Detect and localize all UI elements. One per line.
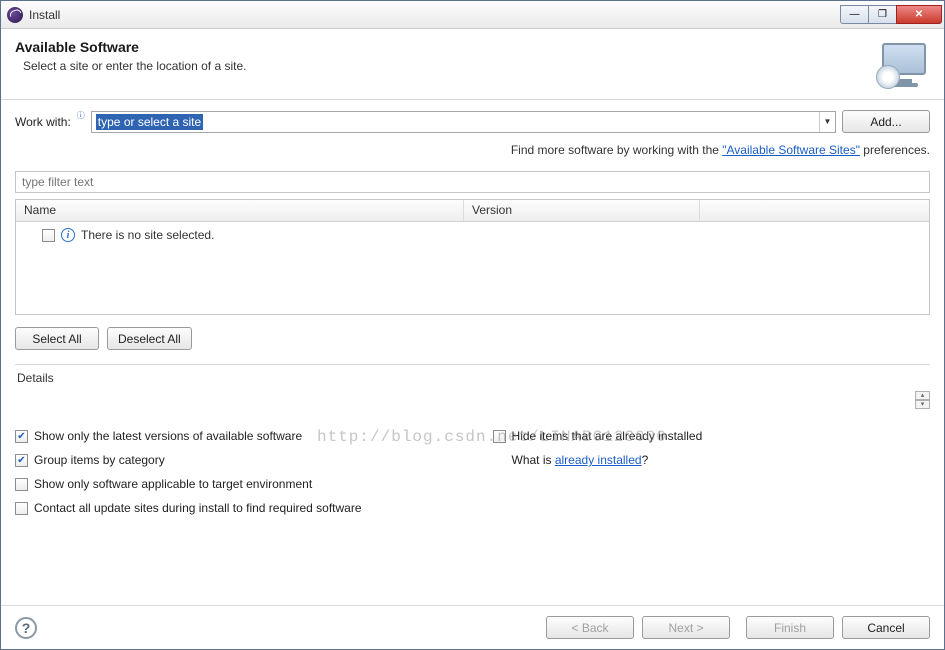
available-sites-link[interactable]: "Available Software Sites" [722, 143, 860, 157]
dialog-footer: ? < Back Next > Finish Cancel [1, 605, 944, 649]
maximize-button[interactable]: ❐ [868, 5, 896, 24]
options-right: Hide items that are already installed Wh… [493, 429, 931, 515]
checkbox[interactable] [493, 430, 506, 443]
work-with-value: type or select a site [96, 114, 203, 130]
checkbox[interactable] [15, 454, 28, 467]
opt-contact[interactable]: Contact all update sites during install … [15, 501, 453, 515]
opt-group[interactable]: Group items by category [15, 453, 453, 467]
table-header-row: Name Version [16, 200, 929, 222]
opt-hide-installed[interactable]: Hide items that are already installed [493, 429, 931, 443]
checkbox[interactable] [15, 502, 28, 515]
column-version[interactable]: Version [464, 200, 700, 221]
what-is-installed: What is already installed? [493, 453, 931, 467]
chevron-down-icon[interactable]: ▼ [819, 112, 835, 132]
select-all-button[interactable]: Select All [15, 327, 99, 350]
details-spinner[interactable]: ▴ ▾ [915, 391, 930, 409]
table-body: i There is no site selected. [16, 222, 929, 314]
checkbox[interactable] [15, 478, 28, 491]
finish-button[interactable]: Finish [746, 616, 834, 639]
minimize-button[interactable]: — [840, 5, 868, 24]
table-row: i There is no site selected. [24, 228, 921, 242]
column-name[interactable]: Name [16, 200, 464, 221]
opt-latest[interactable]: Show only the latest versions of availab… [15, 429, 453, 443]
dialog-header: Available Software Select a site or ente… [1, 29, 944, 100]
options-area: Show only the latest versions of availab… [15, 421, 930, 515]
work-with-combo[interactable]: type or select a site ▼ [91, 111, 836, 133]
empty-message: There is no site selected. [81, 228, 214, 242]
window-controls: — ❐ ✕ [840, 5, 942, 25]
spinner-up-icon[interactable]: ▴ [915, 391, 930, 400]
close-button[interactable]: ✕ [896, 5, 942, 24]
page-title: Available Software [15, 39, 874, 55]
work-with-label: Work with: [15, 115, 71, 129]
row-checkbox[interactable] [42, 229, 55, 242]
spinner-down-icon[interactable]: ▾ [915, 400, 930, 409]
eclipse-icon [7, 7, 23, 23]
window-title: Install [29, 8, 840, 22]
info-icon: i [61, 228, 75, 242]
checkbox[interactable] [15, 430, 28, 443]
software-table: Name Version i There is no site selected… [15, 199, 930, 315]
install-wizard-icon [874, 39, 930, 89]
install-dialog: Install — ❐ ✕ Available Software Select … [0, 0, 945, 650]
filter-input[interactable] [15, 171, 930, 193]
work-with-row: Work with: ⓘ type or select a site ▼ Add… [15, 110, 930, 133]
next-button[interactable]: Next > [642, 616, 730, 639]
column-blank [700, 200, 929, 221]
opt-applicable[interactable]: Show only software applicable to target … [15, 477, 453, 491]
back-button[interactable]: < Back [546, 616, 634, 639]
titlebar: Install — ❐ ✕ [1, 1, 944, 29]
details-section: Details ▴ ▾ [15, 364, 930, 415]
details-body: ▴ ▾ [15, 387, 930, 415]
help-icon[interactable]: ? [15, 617, 37, 639]
already-installed-link[interactable]: already installed [555, 453, 642, 467]
details-label: Details [15, 365, 930, 387]
add-button[interactable]: Add... [842, 110, 930, 133]
info-decorator-icon: ⓘ [77, 110, 85, 121]
selection-buttons: Select All Deselect All [15, 321, 930, 356]
deselect-all-button[interactable]: Deselect All [107, 327, 192, 350]
options-left: Show only the latest versions of availab… [15, 429, 453, 515]
page-subtitle: Select a site or enter the location of a… [23, 59, 874, 73]
cancel-button[interactable]: Cancel [842, 616, 930, 639]
sites-hint: Find more software by working with the "… [15, 139, 930, 165]
